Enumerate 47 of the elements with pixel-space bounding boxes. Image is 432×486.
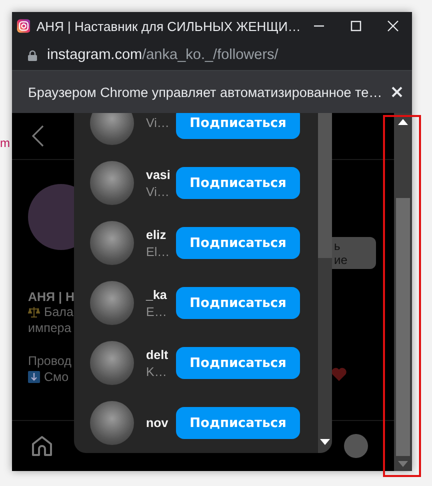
close-icon [387, 20, 400, 32]
instagram-logo-icon [17, 18, 30, 34]
back-chevron-icon[interactable] [32, 125, 44, 147]
follower-username[interactable]: delt [146, 348, 176, 362]
down-arrow-icon [28, 371, 40, 383]
bio-text: Смо [44, 370, 69, 384]
page-scrollbar[interactable] [394, 113, 412, 471]
follower-username[interactable]: vasi [146, 168, 176, 182]
follow-button[interactable]: Подписаться [176, 287, 300, 319]
follow-button[interactable]: Подписаться [176, 407, 300, 439]
follower-name: K… [146, 364, 168, 378]
follower-name: Vi… [146, 184, 170, 198]
follower-name: E… [146, 304, 168, 318]
bio-text: Провод [28, 354, 72, 368]
follower-name: Vi… [146, 116, 170, 130]
avatar-photo[interactable] [90, 221, 134, 265]
window-title: АНЯ | Наставник для СИЛЬНЫХ ЖЕНЩИ… [36, 18, 301, 34]
follow-button[interactable]: Подписаться [176, 167, 300, 199]
bio-text: Бала [44, 305, 74, 319]
lock-icon [28, 50, 37, 60]
follow-button[interactable]: Подписаться [176, 347, 300, 379]
follow-button[interactable]: Подписаться [176, 227, 300, 259]
automation-infobar-text: Браузером Chrome управляет автоматизированное те… [28, 84, 382, 100]
avatar-photo[interactable] [90, 341, 134, 385]
page-text-fragment: m [0, 136, 11, 150]
profile-name: АНЯ | Н [28, 290, 75, 304]
avatar-photo[interactable] [90, 281, 134, 325]
follower-username[interactable]: _ka [146, 288, 176, 302]
scroll-down-arrow-icon[interactable] [320, 439, 330, 445]
close-icon [391, 86, 404, 98]
follower-username[interactable]: eliz [146, 228, 176, 242]
maximize-icon [350, 20, 362, 32]
avatar-photo[interactable] [90, 401, 134, 445]
follower-name: El… [146, 244, 171, 258]
follow-button[interactable]: Подписаться [176, 113, 300, 139]
scroll-up-arrow-icon[interactable] [398, 119, 408, 125]
dialog-scrollbar[interactable] [318, 113, 332, 453]
home-icon[interactable] [30, 434, 54, 458]
scales-icon [28, 306, 40, 318]
profile-button[interactable]: ь ие [332, 237, 376, 269]
address-url[interactable]: instagram.com/anka_ko._/followers/ [47, 47, 278, 63]
avatar-photo[interactable] [90, 161, 134, 205]
bio-text: импера [28, 321, 72, 335]
avatar-photo[interactable] [90, 113, 134, 145]
heart-icon [331, 367, 347, 381]
follower-username[interactable]: nov [146, 416, 176, 430]
profile-avatar-icon[interactable] [344, 434, 368, 458]
